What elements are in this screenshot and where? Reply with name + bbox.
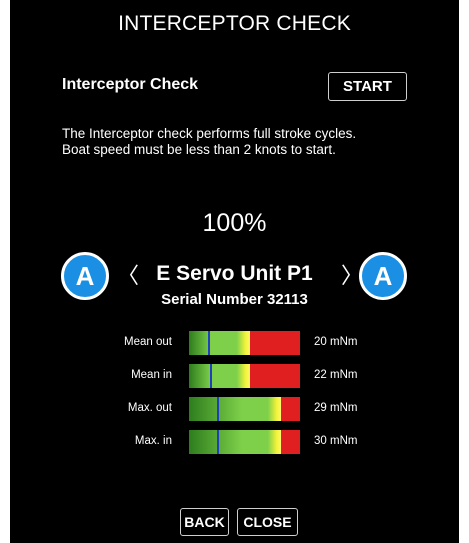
gauge-marker xyxy=(208,331,210,355)
measurement-bar xyxy=(189,430,300,454)
measurement-value: 20 mNm xyxy=(314,336,358,348)
measurement-bar xyxy=(189,364,300,388)
measurement-value: 30 mNm xyxy=(314,435,358,447)
measurement-label: Max. out xyxy=(127,402,172,414)
progress-percent: 100% xyxy=(202,209,267,237)
measurement-row-mean-out: Mean out 20 mNm xyxy=(10,331,459,355)
gauge-fill xyxy=(189,331,300,355)
gauge-fill xyxy=(189,397,300,421)
start-button[interactable]: START xyxy=(328,72,407,101)
gauge-fill xyxy=(189,430,300,454)
serial-number: Serial Number 32113 xyxy=(161,291,308,308)
back-button[interactable]: BACK xyxy=(180,508,229,536)
measurement-bar xyxy=(189,397,300,421)
section-heading: Interceptor Check xyxy=(62,76,199,93)
screen-title: INTERCEPTOR CHECK xyxy=(118,12,351,35)
close-button[interactable]: CLOSE xyxy=(237,508,298,536)
measurement-label: Mean out xyxy=(124,336,172,348)
measurement-row-mean-in: Mean in 22 mNm xyxy=(10,364,459,388)
gauge-marker xyxy=(217,430,219,454)
interceptor-check-screen: INTERCEPTOR CHECK Interceptor Check STAR… xyxy=(10,0,459,543)
measurement-value: 22 mNm xyxy=(314,369,358,381)
measurement-row-max-in: Max. in 30 mNm xyxy=(10,430,459,454)
measurement-label: Mean in xyxy=(131,369,172,381)
measurement-row-max-out: Max. out 29 mNm xyxy=(10,397,459,421)
measurement-value: 29 mNm xyxy=(314,402,358,414)
gauge-marker xyxy=(210,364,212,388)
description-text: The Interceptor check performs full stro… xyxy=(62,126,357,157)
gauge-marker xyxy=(217,397,219,421)
measurement-bar xyxy=(189,331,300,355)
measurement-label: Max. in xyxy=(134,435,172,447)
gauge-fill xyxy=(189,364,300,388)
